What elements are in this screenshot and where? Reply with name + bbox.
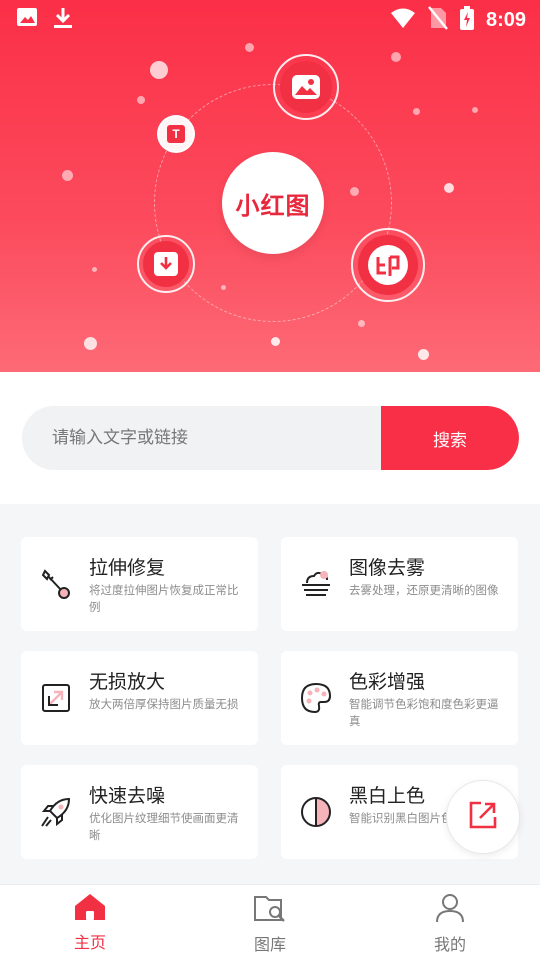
app-logo-text: 小红图 [235, 191, 311, 220]
status-bar: 8:09 [0, 0, 540, 36]
feature-desc: 将过度拉伸图片恢复成正常比例 [89, 583, 239, 614]
app-logo: 小红图 [222, 152, 324, 254]
search-section: 搜索 [0, 372, 540, 504]
download-notification-icon [52, 6, 74, 34]
decor-dot [62, 170, 73, 181]
decor-dot [391, 52, 401, 62]
feature-desc: 放大两倍厚保持图片质量无损 [89, 697, 239, 711]
search-bar: 搜索 [22, 406, 519, 470]
download-feature-icon [137, 235, 195, 293]
decor-dot [245, 43, 254, 52]
print-feature-icon [351, 228, 425, 302]
decor-dot [358, 320, 365, 327]
wifi-icon [390, 7, 416, 33]
feature-title: 色彩增强 [349, 671, 426, 693]
feature-card-dehaze[interactable]: 图像去雾 去雾处理，还原更清晰的图像 [281, 537, 518, 631]
decor-dot [150, 61, 168, 79]
feature-title: 无损放大 [89, 671, 166, 693]
feature-desc: 去雾处理，还原更清晰的图像 [349, 583, 499, 597]
feature-desc: 智能调节色彩饱和度色彩更逼真 [349, 697, 499, 728]
no-sim-icon [428, 6, 448, 34]
feature-desc: 优化图片纹理细节使画面更清晰 [89, 811, 239, 842]
enlarge-icon [39, 681, 73, 715]
profile-icon [434, 893, 466, 927]
decor-dot [418, 349, 429, 360]
decor-dot [472, 107, 478, 113]
search-button[interactable]: 搜索 [381, 406, 519, 470]
feature-title: 黑白上色 [349, 785, 426, 807]
rocket-icon [39, 795, 73, 829]
image-notification-icon [16, 6, 38, 34]
decor-dot [84, 337, 97, 350]
external-link-icon [467, 799, 499, 835]
feature-card-stretch-repair[interactable]: 拉伸修复 将过度拉伸图片恢复成正常比例 [21, 537, 258, 631]
feature-card-denoise[interactable]: 快速去噪 优化图片纹理细节使画面更清晰 [21, 765, 258, 859]
fog-icon [299, 567, 333, 601]
palette-icon [299, 681, 333, 715]
decor-dot [271, 337, 280, 346]
home-icon [74, 893, 106, 925]
nav-item-gallery[interactable]: 图库 [220, 893, 320, 955]
feature-card-color-enhance[interactable]: 色彩增强 智能调节色彩饱和度色彩更逼真 [281, 651, 518, 745]
text-feature-icon: T [157, 115, 195, 153]
battery-charging-icon [459, 6, 474, 34]
bottom-nav: 主页 图库 我的 [0, 884, 540, 960]
search-input[interactable] [22, 406, 381, 470]
nav-item-home[interactable]: 主页 [40, 893, 140, 953]
wrench-icon [39, 567, 73, 601]
image-feature-icon [273, 54, 339, 120]
hero-banner: 8:09 小红图 T [0, 0, 540, 372]
feature-title: 拉伸修复 [89, 557, 166, 579]
gallery-folder-icon [253, 893, 287, 927]
status-time: 8:09 [485, 8, 526, 31]
decor-dot [413, 108, 420, 115]
decor-dot [137, 96, 145, 104]
decor-dot [444, 183, 454, 193]
decor-dot [92, 267, 97, 272]
feature-title: 快速去噪 [89, 785, 166, 807]
share-float-button[interactable] [446, 780, 520, 854]
nav-label: 图库 [253, 935, 286, 954]
nav-label: 我的 [433, 935, 466, 954]
nav-item-profile[interactable]: 我的 [400, 893, 500, 955]
feature-title: 图像去雾 [349, 557, 426, 579]
feature-card-lossless-enlarge[interactable]: 无损放大 放大两倍厚保持图片质量无损 [21, 651, 258, 745]
nav-label: 主页 [73, 933, 106, 952]
half-circle-icon [299, 795, 333, 829]
